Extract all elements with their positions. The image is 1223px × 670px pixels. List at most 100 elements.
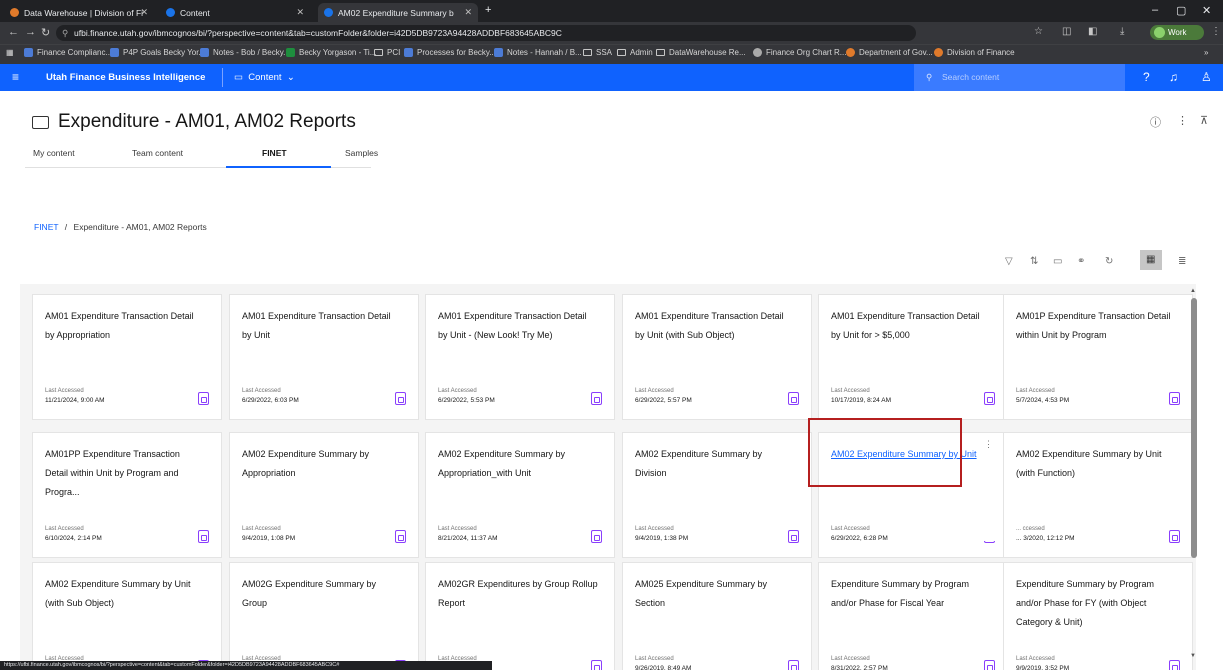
report-title[interactable]: AM01 Expenditure Transaction Detail by U… [242,307,402,345]
unpin-icon[interactable]: ⊼ [1200,114,1208,127]
report-title[interactable]: AM01 Expenditure Transaction Detail by A… [45,307,205,345]
bookmark-7[interactable]: SSA [583,48,612,57]
report-title[interactable]: Expenditure Summary by Program and/or Ph… [831,575,991,613]
reload-icon[interactable]: ↻ [41,26,50,39]
back-icon[interactable]: ← [8,26,19,38]
globe-icon [753,48,762,57]
report-card[interactable]: AM02GR Expenditures by Group Rollup Repo… [425,562,615,670]
bookmark-6[interactable]: Notes - Hannah / B... [494,48,582,57]
report-card[interactable]: AM02G Expenditure Summary by Group Last A… [229,562,419,670]
report-title[interactable]: AM02 Expenditure Summary by Appropriatio… [242,445,402,483]
report-title[interactable]: Expenditure Summary by Program and/or Ph… [1016,575,1176,632]
report-title[interactable]: AM01P Expenditure Transaction Detail wit… [1016,307,1176,345]
close-tab-icon[interactable]: ✕ [140,7,148,18]
more-bookmarks-icon[interactable]: » [1204,48,1208,57]
report-title[interactable]: AM01 Expenditure Transaction Detail by U… [635,307,795,345]
notifications-icon[interactable]: ♫ [1169,70,1178,84]
report-title[interactable]: AM01 Expenditure Transaction Detail by U… [438,307,598,345]
report-card[interactable]: AM01 Expenditure Transaction Detail by A… [32,294,222,420]
last-accessed-date: 10/17/2019, 8:24 AM [831,397,891,404]
report-title[interactable]: AM01PP Expenditure Transaction Detail wi… [45,445,205,502]
minimize-icon[interactable]: – [1152,4,1158,16]
forward-icon[interactable]: → [25,26,36,38]
search-input[interactable]: ⚲ Search content [914,64,1125,91]
report-card[interactable]: AM01 Expenditure Transaction Detail by U… [425,294,615,420]
bookmark-11[interactable]: Department of Gov... [846,48,933,57]
scroll-up-icon[interactable]: ▲ [1190,288,1196,294]
close-tab-icon[interactable]: ✕ [296,7,304,18]
browser-tab-1[interactable]: Content ✕ [160,3,310,22]
bookmark-3[interactable]: Becky Yorgason - Ti... [286,48,376,57]
content-menu-button[interactable]: ▭ Content ⌄ [234,72,295,83]
bookmark-5[interactable]: Processes for Becky... [404,48,496,57]
report-card[interactable]: AM02 Expenditure Summary by Appropriatio… [229,432,419,558]
report-title[interactable]: AM01 Expenditure Transaction Detail by U… [831,307,991,345]
report-title[interactable]: AM02 Expenditure Summary by Unit (with F… [1016,445,1176,483]
report-card[interactable]: AM01 Expenditure Transaction Detail by U… [229,294,419,420]
bookmark-10[interactable]: Finance Org Chart R... [753,48,846,57]
scrollbar-thumb[interactable] [1191,298,1197,558]
new-folder-icon[interactable]: ▭ [1053,256,1062,267]
more-options-icon[interactable]: ⋮ [1177,114,1188,127]
browser-tab-0[interactable]: Data Warehouse | Division of Fi ✕ [4,3,154,22]
report-icon [198,392,209,405]
hamburger-menu-icon[interactable]: ≡ [12,70,19,84]
report-title[interactable]: AM02 Expenditure Summary by Appropriatio… [438,445,598,483]
tab-finet[interactable]: FINET [262,148,287,158]
report-card[interactable]: AM01 Expenditure Transaction Detail by U… [622,294,812,420]
filter-icon[interactable]: ▽ [1005,256,1013,267]
maximize-icon[interactable]: ▢ [1176,4,1186,17]
card-menu-icon[interactable]: ⋮ [984,439,993,450]
download-icon[interactable]: ⤓ [1120,26,1124,37]
report-card[interactable]: AM02 Expenditure Summary by Division Last… [622,432,812,558]
scroll-down-icon[interactable]: ▼ [1190,653,1196,659]
tab-samples[interactable]: Samples [345,148,378,158]
url-field[interactable]: ⚲ ufbi.finance.utah.gov/ibmcognos/bi/?pe… [56,25,916,41]
bookmark-4[interactable]: PCI [374,48,400,57]
bookmark-12[interactable]: Division of Finance [934,48,1015,57]
report-card[interactable]: Expenditure Summary by Program and/or Ph… [1003,562,1193,670]
report-card[interactable]: AM01 Expenditure Transaction Detail by U… [818,294,1008,420]
split-view-icon[interactable]: ◧ [1088,26,1097,37]
report-title[interactable]: AM02G Expenditure Summary by Group [242,575,402,613]
close-window-icon[interactable]: ✕ [1202,4,1211,17]
bookmark-star-icon[interactable]: ☆ [1034,26,1043,37]
report-title[interactable]: AM025 Expenditure Summary by Section [635,575,795,613]
new-tab-button[interactable]: + [485,4,491,16]
list-view-icon[interactable]: ≣ [1178,256,1186,267]
report-title[interactable]: AM02 Expenditure Summary by Division [635,445,795,483]
link-icon[interactable]: ⚭ [1077,256,1085,267]
close-tab-icon[interactable]: ✕ [464,7,472,18]
report-card[interactable]: AM01P Expenditure Transaction Detail wit… [1003,294,1193,420]
user-icon[interactable]: ♙ [1201,70,1212,84]
grid-view-button[interactable]: ▦ [1140,250,1162,270]
bookmark-9[interactable]: DataWarehouse Re... [656,48,746,57]
report-card[interactable]: AM02 Expenditure Summary by Unit (with F… [1003,432,1193,558]
refresh-icon[interactable]: ↻ [1105,256,1113,267]
avatar [1154,27,1165,38]
apps-grid-icon[interactable]: ▦ [6,48,14,57]
browser-menu-icon[interactable]: ⋮ [1211,26,1221,37]
sort-icon[interactable]: ⇅ [1030,256,1038,267]
site-info-icon[interactable]: ⚲ [62,25,68,41]
last-accessed-date: 9/26/2019, 8:49 AM [635,665,692,670]
report-title[interactable]: AM02GR Expenditures by Group Rollup Repo… [438,575,598,613]
report-card[interactable]: AM02 Expenditure Summary by Appropriatio… [425,432,615,558]
info-icon[interactable]: ⓘ [1150,114,1161,130]
tab-team-content[interactable]: Team content [132,148,183,158]
report-card[interactable]: AM025 Expenditure Summary by Section Last… [622,562,812,670]
bookmark-2[interactable]: Notes - Bob / Becky... [200,48,290,57]
bookmark-1[interactable]: P4P Goals Becky Yor... [110,48,205,57]
bookmark-8[interactable]: Admin [617,48,653,57]
browser-tab-2[interactable]: AM02 Expenditure Summary b ✕ [318,3,478,22]
report-title[interactable]: AM02 Expenditure Summary by Unit (with S… [45,575,205,613]
breadcrumb-root[interactable]: FINET [34,222,58,232]
bookmark-0[interactable]: Finance Complianc... [24,48,112,57]
report-card[interactable]: AM01PP Expenditure Transaction Detail wi… [32,432,222,558]
profile-button[interactable]: Work [1150,25,1204,40]
help-icon[interactable]: ? [1143,70,1150,84]
tab-my-content[interactable]: My content [33,148,75,158]
report-card[interactable]: Expenditure Summary by Program and/or Ph… [818,562,1008,670]
report-card[interactable]: AM02 Expenditure Summary by Unit (with S… [32,562,222,670]
extensions-icon[interactable]: ◫ [1062,26,1071,37]
